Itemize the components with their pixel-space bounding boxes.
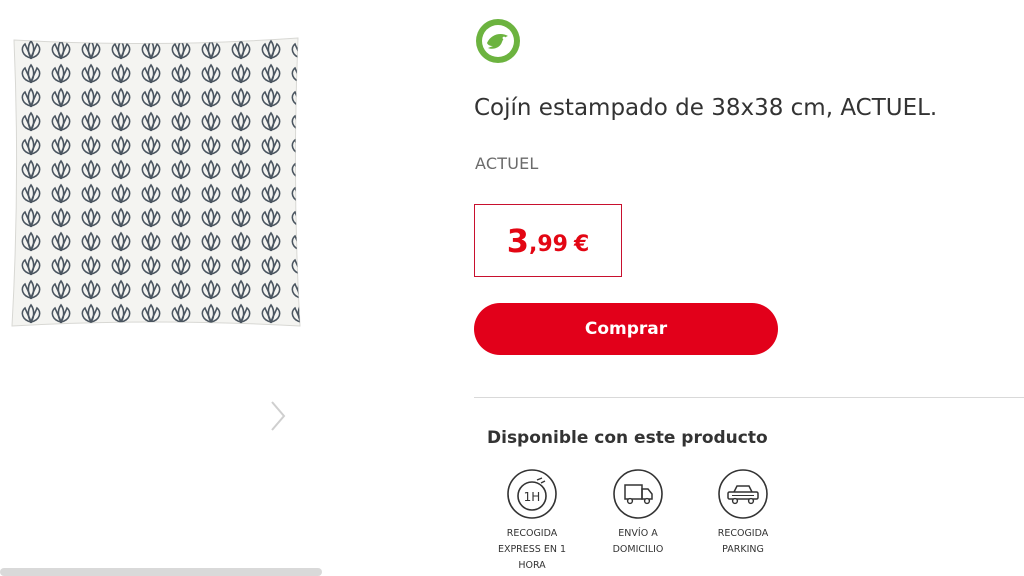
option-parking-pickup[interactable]: RECOGIDA PARKING [698, 468, 788, 558]
chevron-right-icon [271, 401, 286, 431]
option-home-delivery[interactable]: ENVÍO A DOMICILIO [593, 468, 683, 558]
option-label: ENVÍO A DOMICILIO [612, 528, 664, 555]
brand-name[interactable]: ACTUEL [475, 154, 539, 173]
buy-button[interactable]: Comprar [474, 303, 778, 355]
section-divider [474, 397, 1024, 398]
bird-logo-icon [476, 19, 520, 63]
image-scrollbar[interactable] [0, 568, 322, 576]
car-parking-icon [718, 469, 768, 519]
price-integer: 3 [506, 221, 529, 260]
express-1h-icon: 1H [507, 469, 557, 519]
option-express-pickup[interactable]: 1H RECOGIDA EXPRESS EN 1 HORA [487, 468, 577, 574]
availability-title: Disponible con este producto [487, 428, 768, 448]
brand-logo [474, 17, 522, 65]
delivery-truck-icon [613, 469, 663, 519]
option-label: RECOGIDA PARKING [717, 528, 769, 555]
option-label: RECOGIDA EXPRESS EN 1 HORA [497, 528, 567, 571]
cushion-pattern-image [11, 37, 301, 327]
carousel-next-arrow[interactable] [266, 398, 290, 434]
svg-text:1H: 1H [524, 490, 541, 504]
price-currency: € [573, 231, 590, 257]
price-box: 3 ,99 € [474, 204, 622, 277]
availability-options: 1H RECOGIDA EXPRESS EN 1 HORA ENVÍO A DO… [486, 468, 796, 576]
price-decimal: ,99 [528, 231, 568, 257]
product-image[interactable] [10, 36, 302, 328]
product-title: Cojín estampado de 38x38 cm, ACTUEL. [474, 95, 938, 121]
